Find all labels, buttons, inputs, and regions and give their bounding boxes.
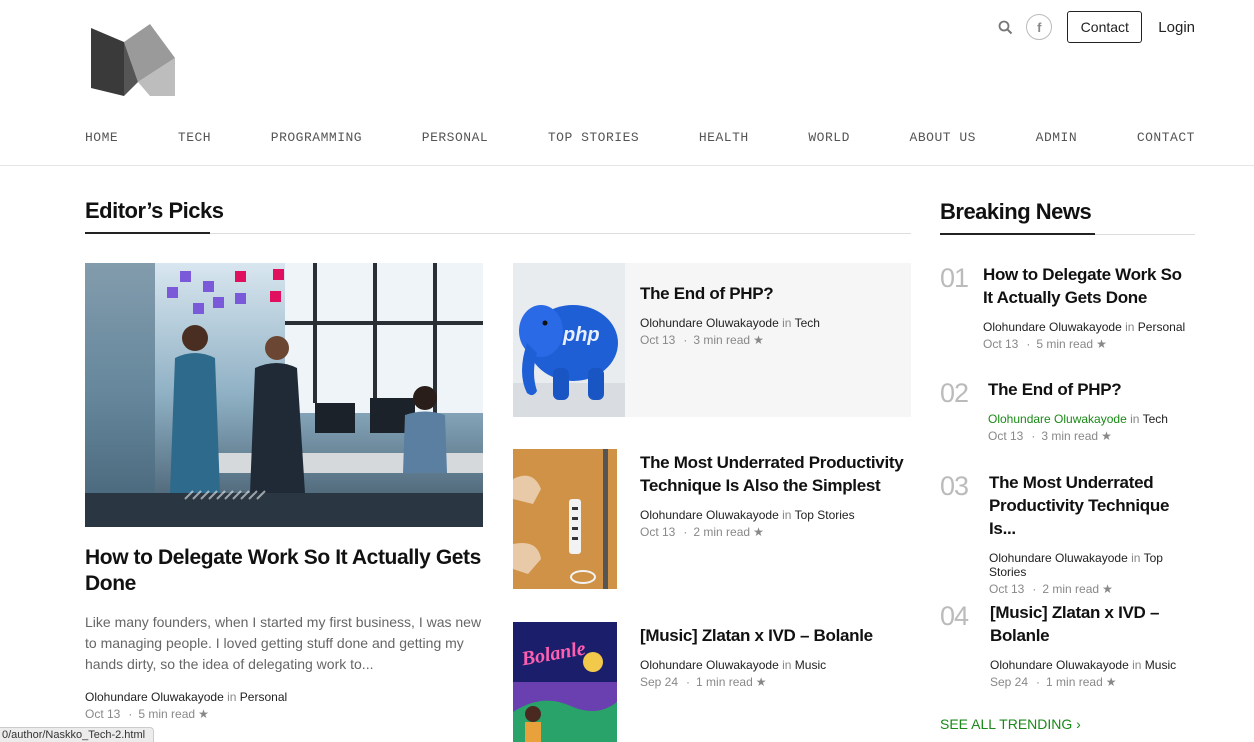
breaking-rule-accent: [940, 233, 1095, 235]
trending-author[interactable]: Olohundare Oluwakayode: [983, 320, 1122, 334]
post-author[interactable]: Olohundare Oluwakayode: [640, 508, 779, 522]
star-icon[interactable]: ★: [198, 707, 209, 721]
editors-picks-title: Editor’s Picks: [85, 198, 224, 223]
post-title[interactable]: The End of PHP?: [640, 282, 900, 305]
star-icon[interactable]: ★: [1106, 675, 1117, 689]
featured-category[interactable]: Personal: [240, 690, 287, 704]
post-in: in: [782, 316, 792, 330]
post-thumbnail-php[interactable]: php: [513, 263, 625, 417]
trending-category[interactable]: Music: [1145, 658, 1176, 672]
trending-read-time: 2 min read: [1042, 582, 1100, 596]
star-icon[interactable]: ★: [753, 333, 764, 347]
trending-title[interactable]: The End of PHP?: [988, 378, 1195, 401]
star-icon[interactable]: ★: [753, 525, 764, 539]
trending-in: in: [1130, 412, 1140, 426]
post-thumbnail-productivity[interactable]: [513, 449, 617, 589]
list-item: The Most Underrated Productivity Techniq…: [513, 449, 911, 589]
login-link[interactable]: Login: [1158, 19, 1195, 36]
trending-author[interactable]: Olohundare Oluwakayode: [990, 658, 1129, 672]
trending-date: Oct 13: [983, 337, 1019, 351]
breaking-news-title: Breaking News: [940, 199, 1092, 224]
list-item: 01 How to Delegate Work So It Actually G…: [940, 263, 1195, 358]
nav-world[interactable]: WORLD: [808, 130, 850, 145]
post-author[interactable]: Olohundare Oluwakayode: [640, 658, 779, 672]
trending-in: in: [1132, 658, 1142, 672]
list-item: 02 The End of PHP? Olohundare Oluwakayod…: [940, 378, 1195, 453]
trending-author[interactable]: Olohundare Oluwakayode: [988, 412, 1127, 426]
nav-divider: [0, 165, 1254, 166]
editors-rule-accent: [85, 232, 210, 234]
post-author[interactable]: Olohundare Oluwakayode: [640, 316, 779, 330]
trending-number: 04: [940, 601, 969, 631]
post-category[interactable]: Tech: [795, 316, 820, 330]
trending-title[interactable]: [Music] Zlatan x IVD – Bolanle: [990, 601, 1195, 647]
star-icon[interactable]: ★: [1101, 429, 1112, 443]
list-item: 03 The Most Underrated Productivity Tech…: [940, 471, 1195, 596]
nav-contact[interactable]: CONTACT: [1137, 130, 1195, 145]
see-all-label: SEE ALL TRENDING: [940, 716, 1073, 732]
featured-title[interactable]: How to Delegate Work So It Actually Gets…: [85, 545, 485, 597]
facebook-icon[interactable]: f: [1026, 14, 1053, 40]
site-logo[interactable]: [90, 22, 176, 96]
list-item: Bolanle [Music] Zlatan x IVD – Bolanle O…: [513, 622, 911, 742]
star-icon[interactable]: ★: [756, 675, 767, 689]
main-nav: HOME TECH PROGRAMMING PERSONAL TOP STORI…: [85, 130, 1195, 145]
post-date: Sep 24: [640, 675, 679, 689]
trending-in: in: [1131, 551, 1141, 565]
post-in: in: [782, 658, 792, 672]
post-category[interactable]: Top Stories: [795, 508, 855, 522]
featured-in: in: [227, 690, 237, 704]
post-read-time: 1 min read: [696, 675, 753, 689]
post-date: Oct 13: [640, 333, 676, 347]
trending-number: 01: [940, 263, 969, 293]
post-date: Oct 13: [640, 525, 676, 539]
trending-date: Sep 24: [990, 675, 1029, 689]
contact-button[interactable]: Contact: [1067, 11, 1143, 43]
trending-date: Oct 13: [988, 429, 1024, 443]
trending-read-time: 3 min read: [1041, 429, 1099, 443]
post-read-time: 3 min read: [693, 333, 751, 347]
trending-category[interactable]: Tech: [1143, 412, 1168, 426]
nav-home[interactable]: HOME: [85, 130, 118, 145]
nav-top-stories[interactable]: TOP STORIES: [548, 130, 639, 145]
star-icon[interactable]: ★: [1102, 582, 1113, 596]
php-text: php: [562, 324, 600, 346]
trending-in: in: [1125, 320, 1135, 334]
trending-read-time: 5 min read: [1036, 337, 1094, 351]
featured-excerpt: Like many founders, when I started my fi…: [85, 614, 482, 672]
featured-author[interactable]: Olohundare Oluwakayode: [85, 690, 224, 704]
post-category[interactable]: Music: [795, 658, 826, 672]
trending-number: 03: [940, 471, 969, 501]
trending-title[interactable]: How to Delegate Work So It Actually Gets…: [983, 263, 1195, 309]
chevron-right-icon: ›: [1076, 716, 1081, 732]
search-icon[interactable]: [996, 18, 1014, 36]
post-title[interactable]: The Most Underrated Productivity Techniq…: [640, 451, 910, 497]
trending-title[interactable]: The Most Underrated Productivity Techniq…: [989, 471, 1195, 540]
nav-personal[interactable]: PERSONAL: [422, 130, 488, 145]
featured-date: Oct 13: [85, 707, 121, 721]
trending-category[interactable]: Personal: [1138, 320, 1185, 334]
nav-programming[interactable]: PROGRAMMING: [271, 130, 362, 145]
star-icon[interactable]: ★: [1096, 337, 1107, 351]
featured-read-time: 5 min read: [138, 707, 196, 721]
post-title[interactable]: [Music] Zlatan x IVD – Bolanle: [640, 624, 910, 647]
list-item: php The End of PHP? Olohundare Oluwakayo…: [513, 263, 911, 417]
trending-number: 02: [940, 378, 969, 408]
trending-author[interactable]: Olohundare Oluwakayode: [989, 551, 1128, 565]
nav-health[interactable]: HEALTH: [699, 130, 749, 145]
featured-meta: Olohundare Oluwakayode in Personal Oct 1…: [85, 690, 288, 721]
facebook-glyph: f: [1037, 19, 1042, 35]
browser-status-url: 0/author/Naskko_Tech-2.html: [0, 727, 155, 742]
nav-tech[interactable]: TECH: [178, 130, 211, 145]
list-item: 04 [Music] Zlatan x IVD – Bolanle Olohun…: [940, 601, 1195, 701]
nav-admin[interactable]: ADMIN: [1036, 130, 1078, 145]
post-in: in: [782, 508, 792, 522]
trending-read-time: 1 min read: [1046, 675, 1103, 689]
post-read-time: 2 min read: [693, 525, 751, 539]
trending-date: Oct 13: [989, 582, 1025, 596]
see-all-trending-link[interactable]: SEE ALL TRENDING ›: [940, 716, 1081, 732]
nav-about-us[interactable]: ABOUT US: [910, 130, 976, 145]
featured-image[interactable]: [85, 263, 483, 527]
post-thumbnail-bolanle[interactable]: Bolanle: [513, 622, 617, 742]
